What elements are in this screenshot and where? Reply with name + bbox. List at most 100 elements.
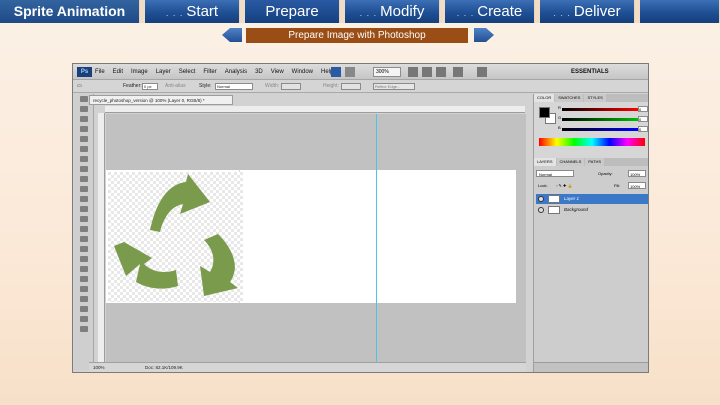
b-label: B xyxy=(558,125,561,130)
lasso-tool-icon[interactable] xyxy=(77,115,91,124)
red-value[interactable]: 0 xyxy=(638,106,648,112)
blend-mode-select[interactable]: Normal xyxy=(536,170,574,177)
vertical-guide[interactable] xyxy=(376,114,377,362)
top-navigation-bar: Sprite Animation . . . Start Prepare . . … xyxy=(0,0,720,23)
history-brush-tool-icon[interactable] xyxy=(77,185,91,194)
minibridge-icon[interactable] xyxy=(345,67,355,77)
status-zoom[interactable]: 100% xyxy=(93,363,105,372)
eyedropper-tool-icon[interactable] xyxy=(77,145,91,154)
menu-filter[interactable]: Filter xyxy=(203,64,216,80)
blend-row: Normal Opacity: 100% xyxy=(536,170,648,179)
recycle-symbol-image xyxy=(108,172,243,302)
layer-thumbnail xyxy=(548,206,560,214)
layer-row-layer-1[interactable]: Layer 1 xyxy=(536,194,648,204)
height-label: Height: xyxy=(323,83,339,89)
layers-panel-footer xyxy=(534,362,648,372)
horizontal-ruler xyxy=(105,106,525,113)
arrange-documents-icon[interactable] xyxy=(453,67,463,77)
menu-file[interactable]: File xyxy=(95,64,105,80)
menu-3d[interactable]: 3D xyxy=(255,64,263,80)
visibility-eye-icon[interactable] xyxy=(538,196,544,202)
hand-tool-icon[interactable] xyxy=(77,295,91,304)
width-input[interactable] xyxy=(281,83,301,90)
tab-swatches[interactable]: SWATCHES xyxy=(555,94,584,102)
menu-view[interactable]: View xyxy=(271,64,284,80)
green-slider[interactable] xyxy=(562,118,638,121)
lock-icons[interactable]: ▫ ✎ ✚ 🔒 xyxy=(556,182,572,190)
tab-layers[interactable]: LAYERS xyxy=(534,158,556,166)
blur-tool-icon[interactable] xyxy=(77,215,91,224)
menu-layer[interactable]: Layer xyxy=(156,64,171,80)
dodge-tool-icon[interactable] xyxy=(77,225,91,234)
blue-slider[interactable] xyxy=(562,128,638,131)
3d-orbit-tool-icon[interactable] xyxy=(77,285,91,294)
menu-window[interactable]: Window xyxy=(292,64,313,80)
tab-deliver-label: Deliver xyxy=(573,3,621,20)
zoom-tool-icon[interactable] xyxy=(77,305,91,314)
zoom-tool-icon[interactable] xyxy=(422,67,432,77)
foreground-color-swatch[interactable] xyxy=(539,107,550,118)
workspace-switcher[interactable]: ESSENTIALS xyxy=(571,64,609,80)
tab-prepare-label: Prepare xyxy=(265,3,319,20)
previous-step-arrow-icon[interactable] xyxy=(222,28,242,42)
menu-image[interactable]: Image xyxy=(131,64,148,80)
quick-selection-tool-icon[interactable] xyxy=(77,125,91,134)
quick-mask-icon[interactable] xyxy=(77,325,91,334)
tab-start[interactable]: . . . Start xyxy=(145,0,240,23)
refine-edge-button[interactable]: Refine Edge... xyxy=(373,83,415,90)
marquee-tool-preset-icon[interactable]: ▭ xyxy=(77,80,82,93)
tab-modify-dots: . . . xyxy=(359,8,378,18)
hand-tool-icon[interactable] xyxy=(408,67,418,77)
screen-mode-icon[interactable] xyxy=(477,67,487,77)
color-swatch-icon[interactable] xyxy=(77,315,91,324)
clone-stamp-tool-icon[interactable] xyxy=(77,175,91,184)
blue-value[interactable]: 0 xyxy=(638,126,648,132)
document-tab[interactable]: recycle_photoshop_version @ 100% (Layer … xyxy=(89,95,233,105)
eraser-tool-icon[interactable] xyxy=(77,195,91,204)
shape-tool-icon[interactable] xyxy=(77,265,91,274)
layers-panel: LAYERS CHANNELS PATHS Normal Opacity: 10… xyxy=(534,158,648,372)
tab-deliver[interactable]: . . . Deliver xyxy=(540,0,635,23)
red-slider[interactable] xyxy=(562,108,638,111)
green-value[interactable]: 0 xyxy=(638,116,648,122)
ps-toolbox xyxy=(74,94,94,370)
g-label: G xyxy=(558,115,562,120)
height-input[interactable] xyxy=(341,83,361,90)
brush-tool-icon[interactable] xyxy=(77,165,91,174)
gradient-tool-icon[interactable] xyxy=(77,205,91,214)
tab-paths[interactable]: PATHS xyxy=(585,158,605,166)
tab-styles[interactable]: STYLES xyxy=(584,94,606,102)
visibility-eye-icon[interactable] xyxy=(538,207,544,213)
anti-alias-checkbox[interactable]: Anti-alias xyxy=(165,80,186,93)
ps-status-bar: 100% Doc: 82.1K/109.9K xyxy=(89,362,526,372)
pen-tool-icon[interactable] xyxy=(77,235,91,244)
canvas-pasteboard[interactable] xyxy=(106,114,526,362)
status-doc-size[interactable]: Doc: 82.1K/109.9K xyxy=(145,363,183,372)
menu-select[interactable]: Select xyxy=(179,64,196,80)
tab-modify[interactable]: . . . Modify xyxy=(345,0,440,23)
menu-analysis[interactable]: Analysis xyxy=(225,64,247,80)
zoom-level-select[interactable]: 300% xyxy=(373,67,401,77)
rotate-view-icon[interactable] xyxy=(436,67,446,77)
substep-label: Prepare Image with Photoshop xyxy=(246,28,468,43)
tab-prepare[interactable]: Prepare xyxy=(245,0,340,23)
tab-create[interactable]: . . . Create xyxy=(445,0,535,23)
marquee-tool-icon[interactable] xyxy=(77,105,91,114)
opacity-input[interactable]: 100% xyxy=(628,170,646,177)
bridge-icon[interactable] xyxy=(331,67,341,77)
menu-edit[interactable]: Edit xyxy=(113,64,123,80)
next-step-arrow-icon[interactable] xyxy=(474,28,494,42)
style-select[interactable]: Normal xyxy=(215,83,253,90)
color-spectrum[interactable] xyxy=(539,138,645,146)
type-tool-icon[interactable] xyxy=(77,245,91,254)
fill-input[interactable]: 100% xyxy=(628,182,646,189)
tab-start-dots: . . . xyxy=(165,8,184,18)
tab-channels[interactable]: CHANNELS xyxy=(556,158,585,166)
layer-row-background[interactable]: Background xyxy=(536,205,648,215)
feather-input[interactable]: 0 px xyxy=(142,83,158,90)
crop-tool-icon[interactable] xyxy=(77,135,91,144)
tab-color[interactable]: COLOR xyxy=(534,94,555,102)
3d-rotate-tool-icon[interactable] xyxy=(77,275,91,284)
path-selection-tool-icon[interactable] xyxy=(77,255,91,264)
healing-brush-tool-icon[interactable] xyxy=(77,155,91,164)
